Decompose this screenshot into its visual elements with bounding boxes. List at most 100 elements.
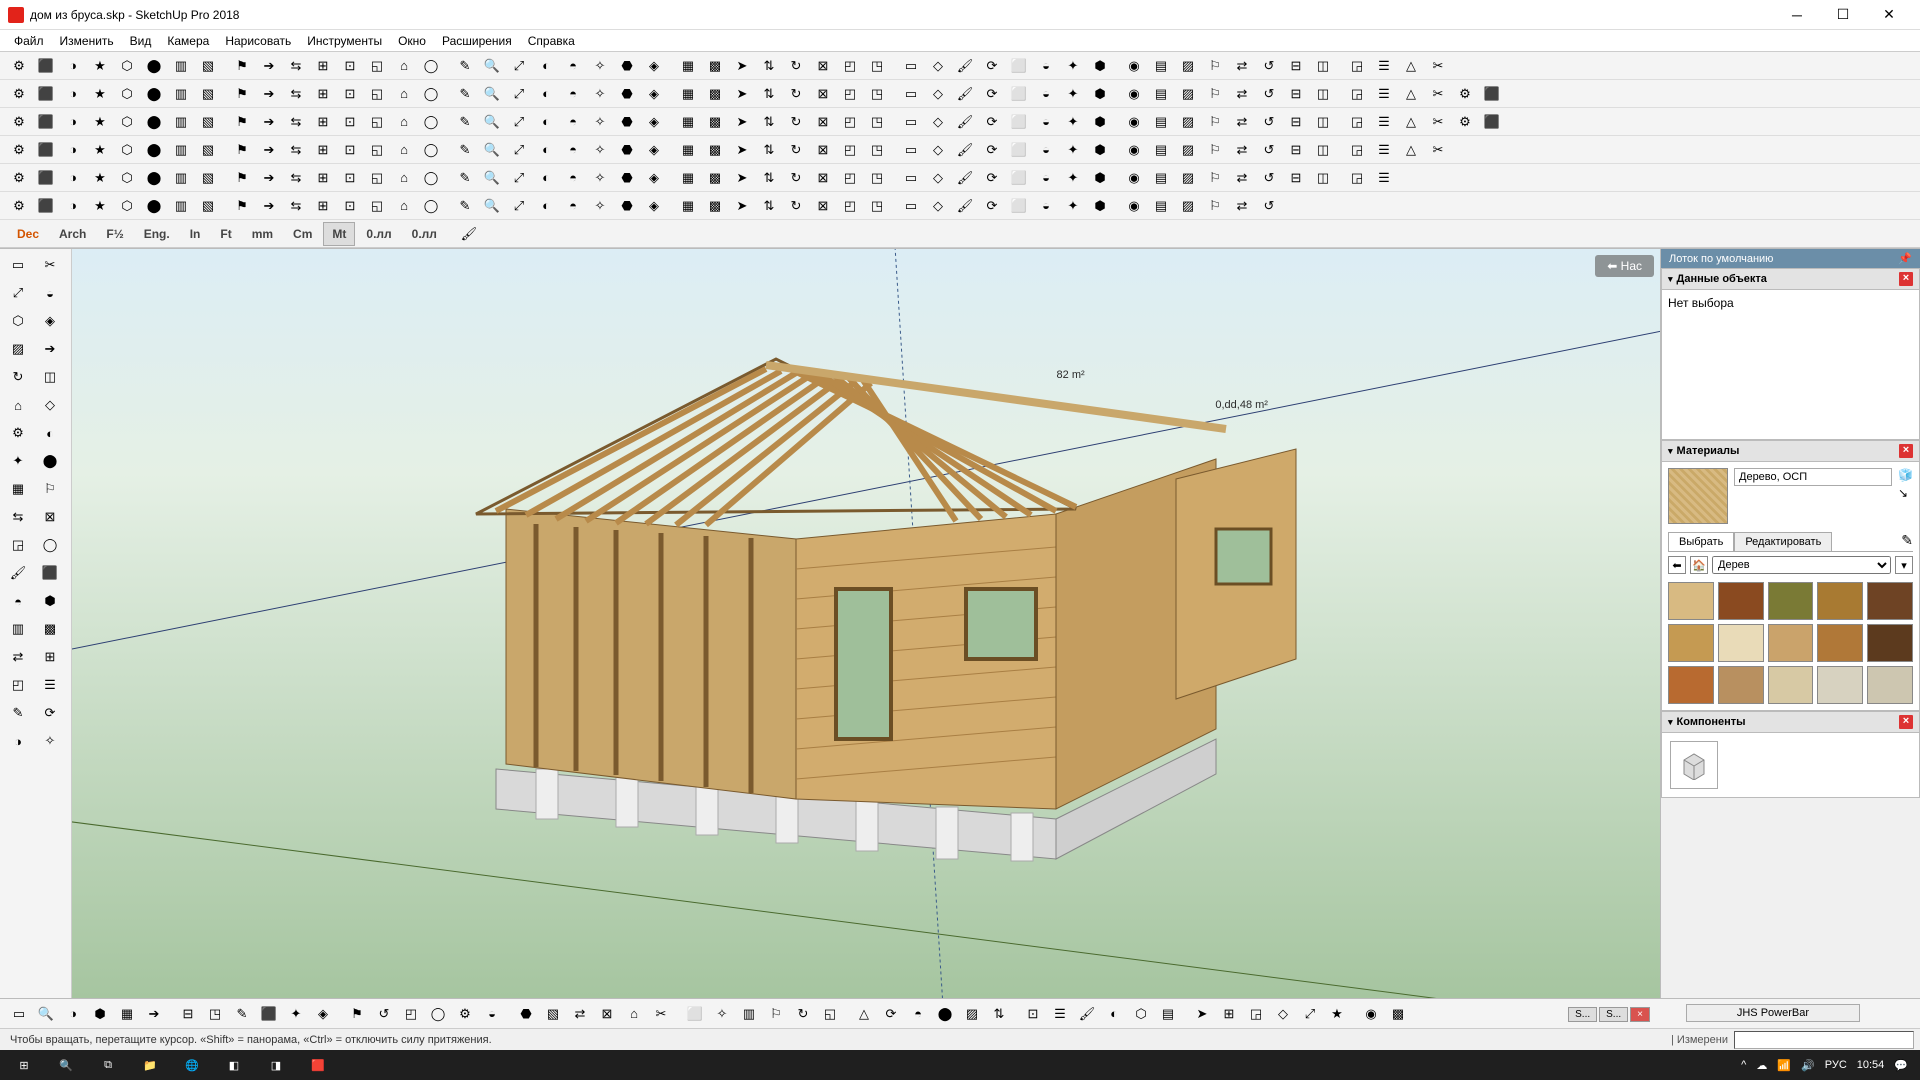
- left-tool-icon[interactable]: ⬢: [35, 588, 65, 614]
- menu-view[interactable]: Вид: [122, 32, 160, 50]
- tool-icon[interactable]: ⊞: [310, 194, 336, 218]
- tool-icon[interactable]: ⬤: [141, 54, 167, 78]
- tool-icon[interactable]: ➔: [256, 138, 282, 162]
- bottom-tool-icon[interactable]: ✎: [229, 1002, 255, 1026]
- tool-icon[interactable]: ◒: [1033, 194, 1059, 218]
- tool-icon[interactable]: ➤: [729, 110, 755, 134]
- tool-icon[interactable]: ✎: [452, 110, 478, 134]
- left-tool-icon[interactable]: ✧: [35, 728, 65, 754]
- tool-icon[interactable]: ⬛: [33, 54, 59, 78]
- tool-icon[interactable]: ★: [87, 110, 113, 134]
- tool-icon[interactable]: ⊠: [810, 82, 836, 106]
- bottom-tool-icon[interactable]: ◱: [817, 1002, 843, 1026]
- tool-icon[interactable]: ◇: [925, 194, 951, 218]
- tool-icon[interactable]: ◫: [1310, 166, 1336, 190]
- jhs-powerbar[interactable]: JHS PowerBar: [1686, 1004, 1860, 1022]
- tool-icon[interactable]: ⇄: [1229, 110, 1255, 134]
- bottom-tool-icon[interactable]: ★: [1324, 1002, 1350, 1026]
- tool-icon[interactable]: ⬣: [614, 194, 640, 218]
- bottom-tool-icon[interactable]: ◇: [1270, 1002, 1296, 1026]
- tool-icon[interactable]: ⚙: [6, 82, 32, 106]
- tool-icon[interactable]: ✎: [452, 82, 478, 106]
- tool-icon[interactable]: ⚐: [1202, 166, 1228, 190]
- bottom-tool-icon[interactable]: ➔: [141, 1002, 167, 1026]
- bottom-tool-icon[interactable]: ✧: [709, 1002, 735, 1026]
- tool-icon[interactable]: ⊠: [810, 54, 836, 78]
- tool-icon[interactable]: ⌂: [391, 82, 417, 106]
- left-tool-icon[interactable]: ▥: [3, 616, 33, 642]
- tool-icon[interactable]: ⊡: [337, 110, 363, 134]
- left-tool-icon[interactable]: 🖌: [3, 560, 33, 586]
- tool-icon[interactable]: ⊟: [1283, 54, 1309, 78]
- tool-icon[interactable]: ⚙: [6, 110, 32, 134]
- tool-icon[interactable]: ➤: [729, 138, 755, 162]
- tool-icon[interactable]: ✂: [1425, 82, 1451, 106]
- tool-icon[interactable]: ★: [87, 194, 113, 218]
- tool-icon[interactable]: ◉: [1121, 138, 1147, 162]
- tool-icon[interactable]: ⊠: [810, 194, 836, 218]
- left-tool-icon[interactable]: ✎: [3, 700, 33, 726]
- menu-window[interactable]: Окно: [390, 32, 434, 50]
- panel-components-close-icon[interactable]: ×: [1899, 715, 1913, 729]
- tool-icon[interactable]: ▨: [1175, 54, 1201, 78]
- tool-icon[interactable]: 🔍: [479, 82, 505, 106]
- tool-icon[interactable]: ◳: [864, 110, 890, 134]
- tool-icon[interactable]: ◇: [925, 110, 951, 134]
- tool-icon[interactable]: ◐: [533, 82, 559, 106]
- tool-icon[interactable]: ◇: [925, 138, 951, 162]
- material-create-icon[interactable]: 🧊: [1898, 468, 1913, 482]
- tool-icon[interactable]: ⬡: [114, 166, 140, 190]
- tool-icon[interactable]: 🔍: [479, 194, 505, 218]
- tool-icon[interactable]: ⬣: [614, 166, 640, 190]
- left-tool-icon[interactable]: ⟳: [35, 700, 65, 726]
- tool-icon[interactable]: ▥: [168, 82, 194, 106]
- tool-icon[interactable]: ↻: [783, 82, 809, 106]
- unit-dec[interactable]: Dec: [8, 222, 48, 246]
- left-tool-icon[interactable]: ◓: [3, 588, 33, 614]
- material-swatch[interactable]: [1817, 582, 1863, 620]
- tool-icon[interactable]: ⤢: [506, 194, 532, 218]
- tool-icon[interactable]: △: [1398, 82, 1424, 106]
- tray-pin-icon[interactable]: 📌: [1898, 252, 1912, 265]
- tool-icon[interactable]: ⟳: [979, 82, 1005, 106]
- bottom-tool-icon[interactable]: ⬢: [87, 1002, 113, 1026]
- tool-icon[interactable]: ⊟: [1283, 138, 1309, 162]
- bottom-tool-icon[interactable]: ▦: [114, 1002, 140, 1026]
- tool-icon[interactable]: ⬣: [614, 82, 640, 106]
- tool-icon[interactable]: ⬢: [1087, 166, 1113, 190]
- explorer-icon[interactable]: 📁: [130, 1051, 170, 1079]
- material-swatch[interactable]: [1867, 666, 1913, 704]
- mat-back-icon[interactable]: ⬅: [1668, 556, 1686, 574]
- tray-network-icon[interactable]: 📶: [1777, 1059, 1791, 1072]
- tool-icon[interactable]: ▥: [168, 194, 194, 218]
- tool-icon[interactable]: ⤢: [506, 166, 532, 190]
- tool-icon[interactable]: ✧: [587, 82, 613, 106]
- tool-icon[interactable]: ◑: [60, 194, 86, 218]
- tool-icon[interactable]: ◲: [1344, 138, 1370, 162]
- tool-icon[interactable]: ⬢: [1087, 54, 1113, 78]
- panel-materials-close-icon[interactable]: ×: [1899, 444, 1913, 458]
- left-tool-icon[interactable]: ⊞: [35, 644, 65, 670]
- tool-icon[interactable]: ◲: [1344, 82, 1370, 106]
- tool-icon[interactable]: ✦: [1060, 166, 1086, 190]
- tool-icon[interactable]: ⊡: [337, 138, 363, 162]
- tool-icon[interactable]: 🔍: [479, 54, 505, 78]
- tool-icon[interactable]: ★: [87, 166, 113, 190]
- paint-tool-icon[interactable]: 🖌: [456, 222, 482, 246]
- eyedropper-icon[interactable]: ✎: [1901, 532, 1913, 551]
- unit-in[interactable]: In: [181, 222, 210, 246]
- tool-icon[interactable]: ◲: [1344, 166, 1370, 190]
- tool-icon[interactable]: ➔: [256, 110, 282, 134]
- tool-icon[interactable]: ↻: [783, 138, 809, 162]
- tool-icon[interactable]: ⤢: [506, 82, 532, 106]
- tool-icon[interactable]: ⇅: [756, 166, 782, 190]
- bottom-tool-icon[interactable]: ✦: [283, 1002, 309, 1026]
- tool-icon[interactable]: ◇: [925, 82, 951, 106]
- tool-icon[interactable]: 🔍: [479, 166, 505, 190]
- tool-icon[interactable]: ◫: [1310, 82, 1336, 106]
- tool-icon[interactable]: ⇅: [756, 194, 782, 218]
- tool-icon[interactable]: ↺: [1256, 82, 1282, 106]
- tool-icon[interactable]: ▧: [195, 54, 221, 78]
- tool-icon[interactable]: ▭: [898, 138, 924, 162]
- bottom-tool-icon[interactable]: ⤢: [1297, 1002, 1323, 1026]
